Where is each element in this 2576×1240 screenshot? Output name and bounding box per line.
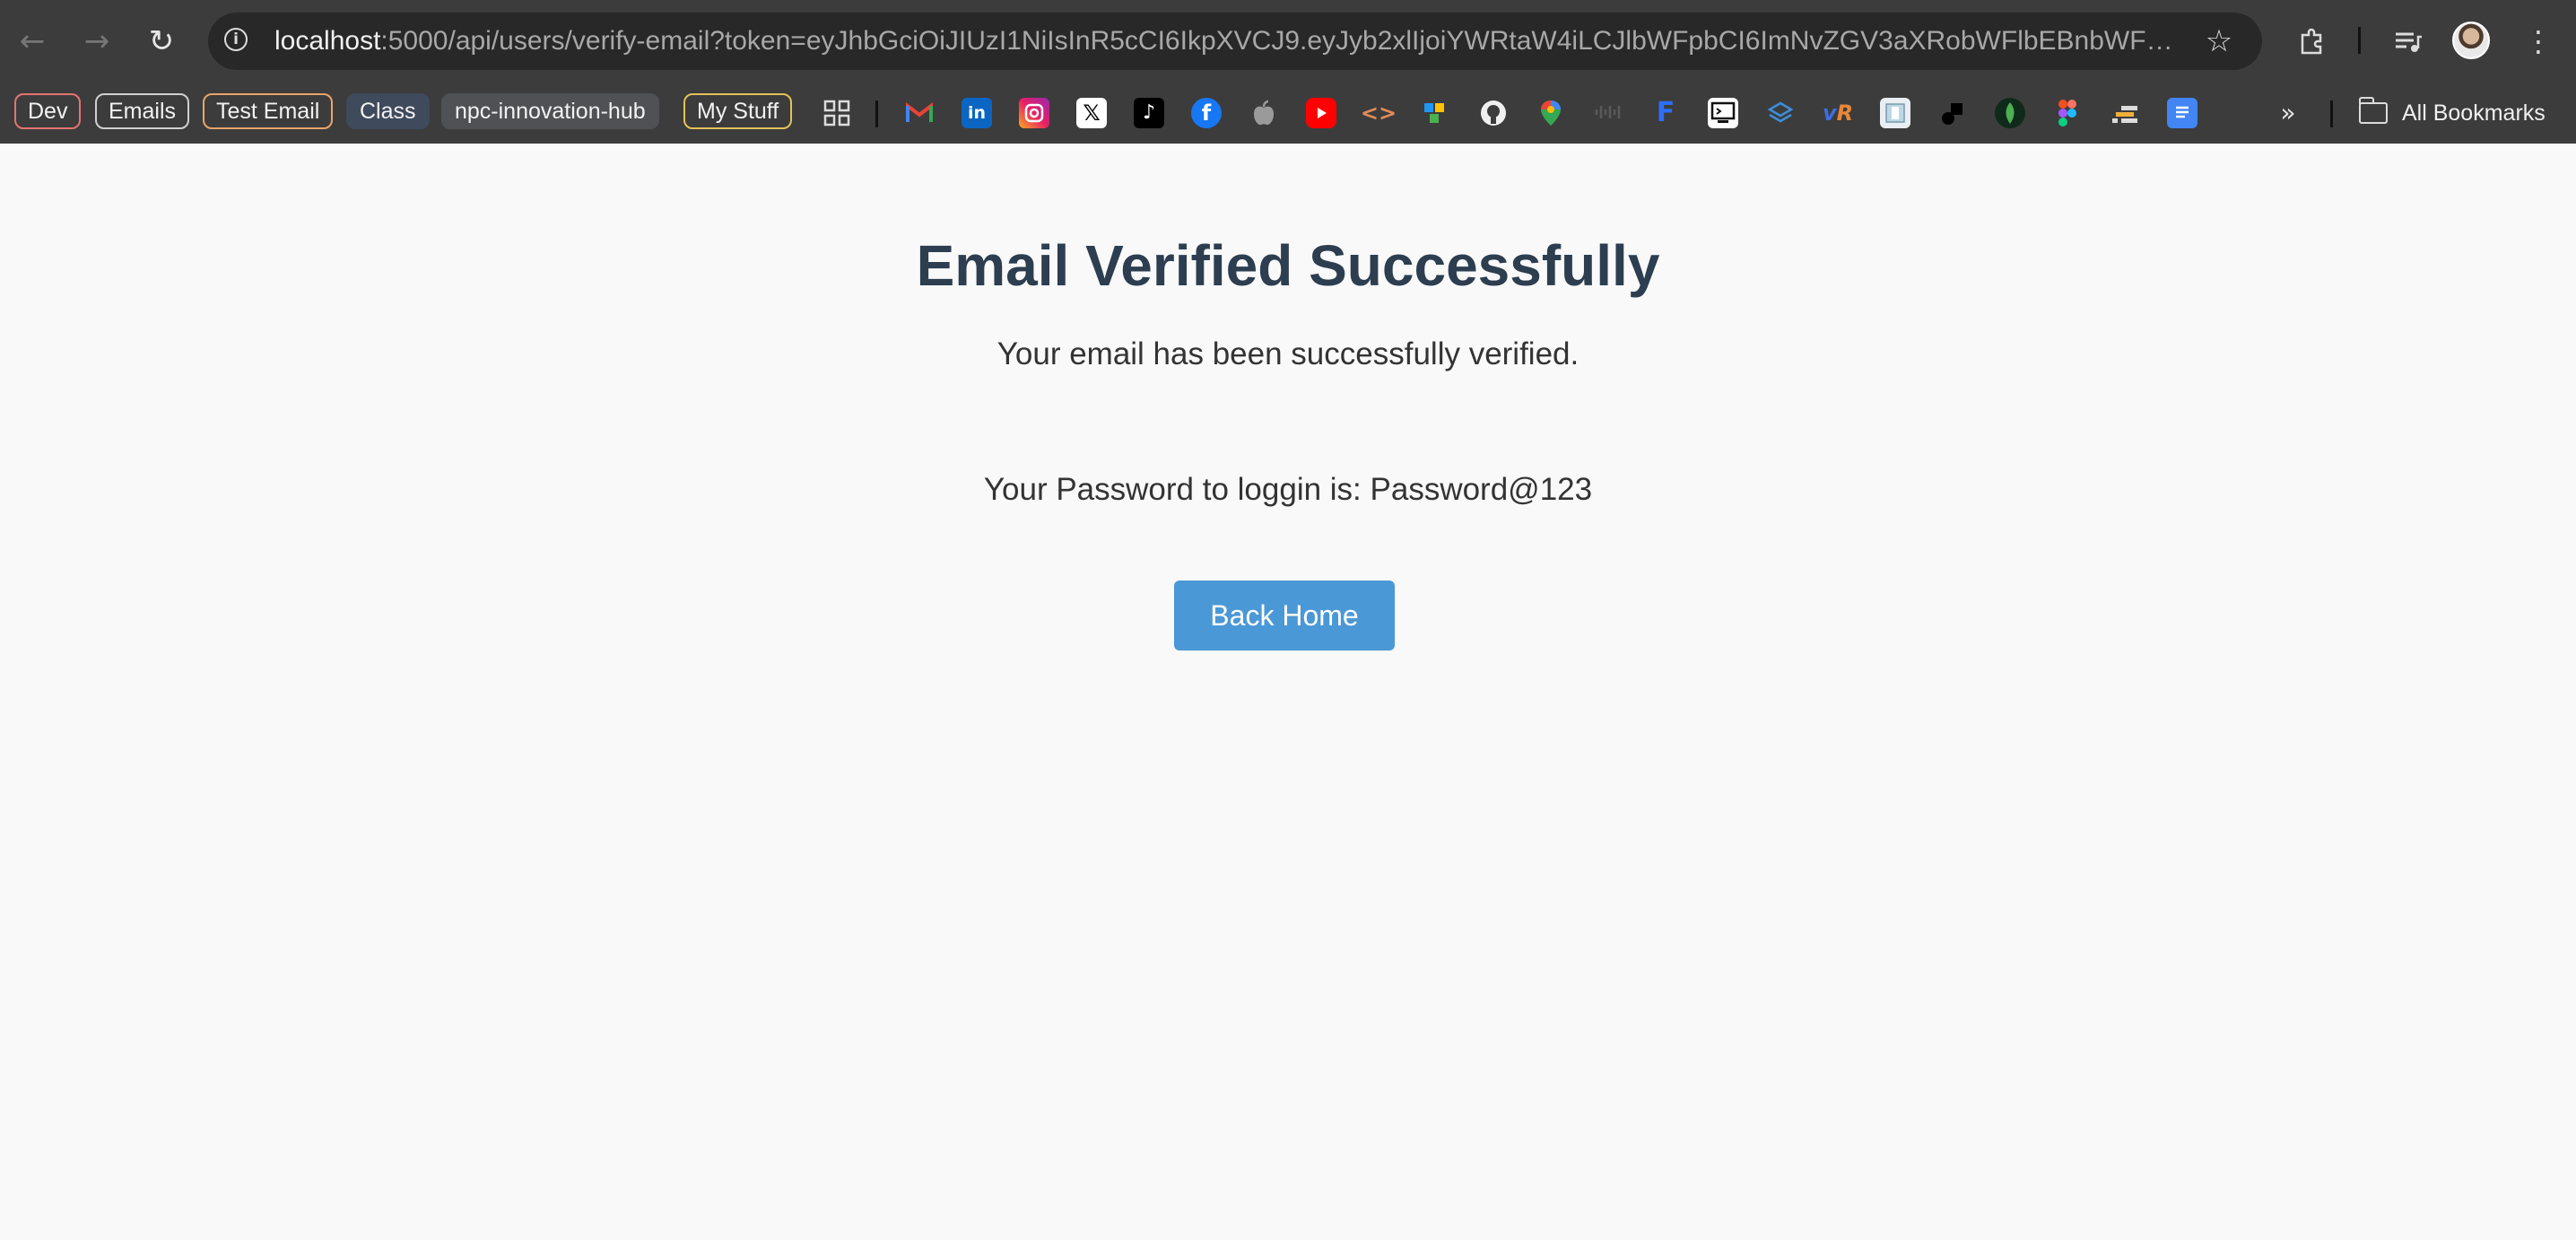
folder-icon	[2358, 97, 2388, 124]
shapes-icon[interactable]	[1937, 98, 1968, 128]
apps-grid-icon[interactable]	[822, 98, 852, 128]
page-content: Email Verified Successfully Your email h…	[0, 144, 2576, 1240]
bookmark-folder-dev[interactable]: Dev	[14, 93, 82, 129]
apple-icon[interactable]	[1249, 98, 1279, 128]
bookmark-folder-my-stuff[interactable]: My Stuff	[683, 93, 793, 129]
instagram-icon[interactable]	[1019, 98, 1049, 128]
cisco-icon[interactable]	[1593, 98, 1623, 128]
url-path: :5000/api/users/verify-email?token=eyJhb…	[380, 26, 2176, 56]
all-bookmarks-label: All Bookmarks	[2402, 100, 2546, 126]
tiktok-icon[interactable]: ♪	[1134, 98, 1164, 128]
r-icon[interactable]: vR	[1823, 98, 1853, 128]
toolbar-divider	[2358, 27, 2361, 54]
figma-like-icon[interactable]	[1421, 98, 1451, 128]
f-icon[interactable]: F	[1650, 98, 1681, 128]
password-message: Your Password to loggin is: Password@123	[983, 472, 1593, 507]
browser-chrome: ← → ↻ i localhost:5000/api/users/verify-…	[0, 0, 2576, 144]
url-host: localhost	[274, 26, 381, 56]
all-bookmarks-button[interactable]: All Bookmarks	[2358, 93, 2546, 133]
figma-icon[interactable]	[2052, 98, 2083, 128]
profile-avatar[interactable]	[2452, 22, 2490, 59]
page-title: Email Verified Successfully	[916, 233, 1660, 298]
bookmark-folder-class[interactable]: Class	[346, 93, 430, 129]
image-icon[interactable]	[1880, 98, 1910, 128]
extensions-icon[interactable]	[2291, 20, 2334, 63]
bookmark-star-icon[interactable]: ☆	[2199, 22, 2239, 61]
browser-toolbar: ← → ↻ i localhost:5000/api/users/verify-…	[0, 0, 2576, 83]
gmail-icon[interactable]	[904, 98, 935, 128]
youtube-icon[interactable]	[1306, 98, 1336, 128]
address-bar[interactable]: i localhost:5000/api/users/verify-email?…	[208, 13, 2262, 70]
github-icon[interactable]	[1478, 98, 1509, 128]
bookmarks-divider-right	[2330, 100, 2333, 127]
google-maps-icon[interactable]	[1536, 98, 1566, 128]
bookmarks-bar: Dev Emails Test Email Class npc-innovati…	[0, 83, 2576, 144]
code-icon[interactable]: <>	[1361, 98, 1397, 128]
back-arrow-icon[interactable]: ←	[11, 20, 54, 63]
bookmark-folder-npc-innovation-hub[interactable]: npc-innovation-hub	[441, 93, 659, 129]
stack-icon[interactable]	[1765, 98, 1796, 128]
docs-icon[interactable]	[2167, 98, 2197, 128]
dots-icon[interactable]	[2110, 98, 2140, 128]
bookmark-folder-emails[interactable]: Emails	[95, 93, 190, 129]
facebook-icon[interactable]: f	[1191, 98, 1222, 128]
verification-message: Your email has been successfully verifie…	[996, 336, 1580, 371]
reload-icon[interactable]: ↻	[140, 20, 183, 63]
media-queue-icon[interactable]	[2386, 20, 2429, 63]
linkedin-icon[interactable]: in	[962, 98, 992, 128]
terminal-icon[interactable]	[1708, 98, 1738, 128]
x-icon[interactable]: 𝕏	[1076, 98, 1107, 128]
back-home-button[interactable]: Back Home	[1174, 581, 1395, 651]
site-info-icon[interactable]: i	[224, 28, 248, 51]
bookmarks-divider	[875, 100, 878, 127]
forward-arrow-icon[interactable]: →	[75, 20, 118, 63]
more-menu-icon[interactable]: ⋮	[2517, 20, 2560, 63]
bookmark-folder-test-email[interactable]: Test Email	[203, 93, 334, 129]
url-text[interactable]: localhost:5000/api/users/verify-email?to…	[274, 13, 2176, 70]
more-bookmarks-icon[interactable]: »	[2273, 98, 2303, 128]
mongodb-icon[interactable]	[1995, 98, 2025, 128]
